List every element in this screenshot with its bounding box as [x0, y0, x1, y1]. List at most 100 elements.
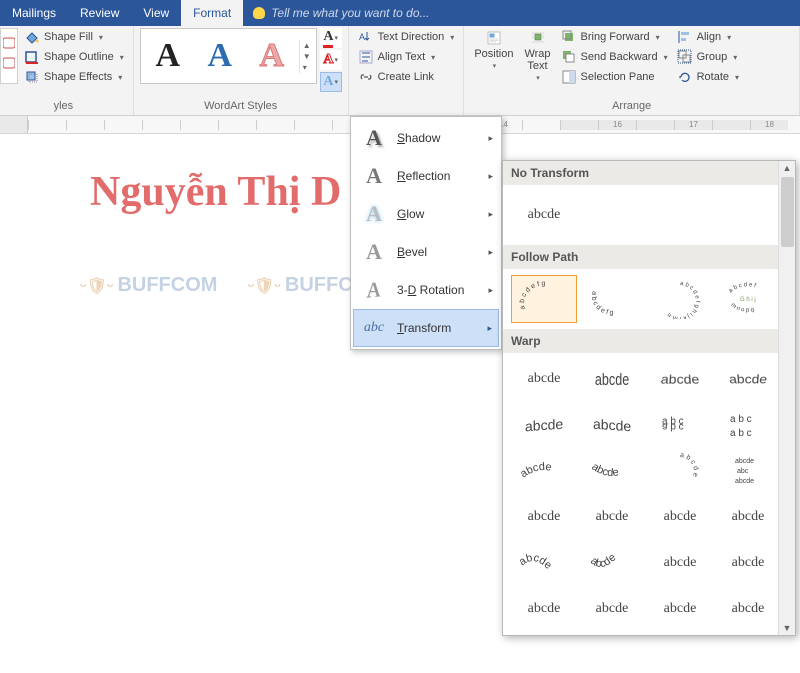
- text-outline-button[interactable]: A▾: [320, 50, 342, 70]
- warp-inflate[interactable]: abcde: [511, 589, 577, 629]
- menu-item-bevel[interactable]: A Bevel ▸: [353, 233, 499, 271]
- create-link-button[interactable]: Create Link: [355, 68, 458, 86]
- warp-deflate[interactable]: abcde: [579, 589, 645, 629]
- warp-arch-down[interactable]: abcde: [579, 451, 645, 491]
- section-follow-path: Follow Path: [503, 245, 795, 269]
- tab-review[interactable]: Review: [68, 0, 131, 26]
- rotate-button[interactable]: Rotate▾: [674, 68, 742, 86]
- scroll-down-icon[interactable]: ▼: [783, 623, 792, 633]
- transform-arch-up[interactable]: a b c d e f g: [511, 275, 577, 323]
- svg-text:A: A: [359, 32, 365, 42]
- warp-can-down[interactable]: abcde: [715, 497, 781, 537]
- tell-me-search[interactable]: Tell me what you want to do...: [243, 0, 800, 26]
- group-wordart-styles: A A A ▲▼▾ A▾ A▾ A▾ WordArt Styles: [134, 26, 349, 115]
- reflection-icon: A: [361, 163, 387, 189]
- svg-text:abcde: abcde: [589, 461, 619, 479]
- chevron-right-icon: ▸: [488, 133, 493, 144]
- text-effects-button[interactable]: A▾: [320, 72, 342, 92]
- svg-text:m n o p q: m n o p q: [729, 302, 754, 314]
- warp-inflate-bottom[interactable]: abcde: [647, 589, 713, 629]
- scroll-thumb[interactable]: [781, 177, 794, 247]
- shape-outline-button[interactable]: Shape Outline▾: [21, 48, 127, 66]
- transform-icon: abc: [361, 315, 387, 341]
- transform-button[interactable]: a b c d e fG h i jm n o p q: [715, 275, 781, 323]
- text-fill-button[interactable]: A▾: [320, 28, 342, 48]
- align-icon: [677, 29, 693, 45]
- gallery-scroll[interactable]: ▲▼▾: [299, 40, 314, 73]
- text-direction-button[interactable]: A Text Direction▾: [355, 28, 458, 46]
- warp-plain[interactable]: abcde: [511, 359, 577, 399]
- transform-circle[interactable]: a b c d e f g h i j k l m n: [647, 275, 713, 323]
- warp-stop[interactable]: abcde: [579, 359, 645, 399]
- align-text-button[interactable]: Align Text▾: [355, 48, 458, 66]
- transform-arch-down[interactable]: a b c d e f g: [579, 275, 645, 323]
- bevel-icon: A: [361, 239, 387, 265]
- wrap-text-button[interactable]: WrapText▾: [520, 28, 554, 84]
- tab-format[interactable]: Format: [181, 0, 243, 26]
- svg-text:abcde: abcde: [735, 478, 754, 485]
- warp-button-pour[interactable]: abcdeabcabcde: [715, 451, 781, 491]
- section-warp: Warp: [503, 329, 795, 353]
- warp-triangle-down[interactable]: abcde: [715, 359, 781, 399]
- warp-circle-pour[interactable]: a b c d e: [647, 451, 713, 491]
- svg-text:a b c d e f g: a b c d e f g: [519, 280, 546, 310]
- glow-icon: A: [361, 201, 387, 227]
- group-icon: [677, 49, 693, 65]
- group-button[interactable]: Group▾: [674, 48, 742, 66]
- menu-item-reflection[interactable]: A Reflection ▸: [353, 157, 499, 195]
- warp-chevron-up[interactable]: abcde: [511, 405, 577, 445]
- shape-effects-button[interactable]: Shape Effects▾: [21, 68, 127, 86]
- group-label-shape-styles: yles: [0, 98, 127, 114]
- menu-item-glow[interactable]: A Glow ▸: [353, 195, 499, 233]
- menu-item-shadow[interactable]: A Shadow ▸: [353, 119, 499, 157]
- watermark: ᵕ🛡ᵕBUFFCOM ᵕ🛡ᵕBUFFCOM: [80, 274, 385, 297]
- warp-chevron-down[interactable]: abcde: [579, 405, 645, 445]
- scroll-up-icon[interactable]: ▲: [783, 163, 792, 173]
- rotation-icon: A: [361, 274, 384, 305]
- outline-icon: [24, 49, 40, 65]
- warp-wave2[interactable]: abcde: [579, 543, 645, 583]
- submenu-scrollbar[interactable]: ▲ ▼: [778, 161, 795, 635]
- warp-curve-up[interactable]: abcde: [511, 497, 577, 537]
- group-text: A Text Direction▾ Align Text▾ Create Lin…: [349, 26, 465, 115]
- align-button[interactable]: Align▾: [674, 28, 742, 46]
- svg-text:G h i j: G h i j: [740, 297, 756, 303]
- wordart-preset-2[interactable]: A: [195, 31, 245, 81]
- warp-doublewave1[interactable]: abcde: [647, 543, 713, 583]
- selection-pane-button[interactable]: Selection Pane: [558, 68, 671, 86]
- wordart-gallery[interactable]: A A A ▲▼▾: [140, 28, 317, 84]
- bring-forward-button[interactable]: Bring Forward▾: [558, 28, 671, 46]
- group-shape-styles: Shape Fill▾ Shape Outline▾ Shape Effects…: [0, 26, 134, 115]
- wordart-text[interactable]: Nguyễn Thị D: [90, 168, 341, 216]
- shape-style-gallery[interactable]: [0, 28, 18, 84]
- menu-item-transform[interactable]: abc Transform ▸: [353, 309, 499, 347]
- position-button[interactable]: Position▾: [470, 28, 517, 72]
- wrap-text-icon: [530, 30, 546, 46]
- section-no-transform: No Transform: [503, 161, 795, 185]
- tab-view[interactable]: View: [131, 0, 181, 26]
- chevron-down-icon: ▾: [99, 33, 103, 42]
- warp-deflate-bottom[interactable]: abcde: [715, 589, 781, 629]
- svg-text:a b c: a b c: [662, 421, 684, 432]
- warp-arch-up[interactable]: abcde: [511, 451, 577, 491]
- tell-me-placeholder: Tell me what you want to do...: [271, 6, 429, 20]
- send-backward-button[interactable]: Send Backward▾: [558, 48, 671, 66]
- warp-ring-inside[interactable]: a b ca b c: [647, 405, 713, 445]
- wordart-preset-1[interactable]: A: [143, 31, 193, 81]
- send-backward-icon: [561, 49, 577, 65]
- svg-text:abc: abc: [737, 468, 749, 475]
- shape-fill-button[interactable]: Shape Fill▾: [21, 28, 127, 46]
- transform-none[interactable]: abcde: [511, 191, 577, 239]
- warp-ring-outside[interactable]: a b ca b c: [715, 405, 781, 445]
- text-effects-menu: A Shadow ▸ A Reflection ▸ A Glow ▸ A Bev…: [350, 116, 502, 350]
- svg-text:a b c d e f g: a b c d e f g: [590, 290, 614, 316]
- warp-doublewave2[interactable]: abcde: [715, 543, 781, 583]
- wordart-preset-3[interactable]: A: [247, 31, 297, 81]
- warp-curve-down[interactable]: abcde: [579, 497, 645, 537]
- warp-triangle-up[interactable]: abcde: [647, 359, 713, 399]
- menu-item-3d-rotation[interactable]: A 3-D Rotation ▸: [353, 271, 499, 309]
- tab-mailings[interactable]: Mailings: [0, 0, 68, 26]
- warp-can-up[interactable]: abcde: [647, 497, 713, 537]
- chevron-right-icon: ▸: [488, 247, 493, 258]
- warp-wave1[interactable]: abcde: [511, 543, 577, 583]
